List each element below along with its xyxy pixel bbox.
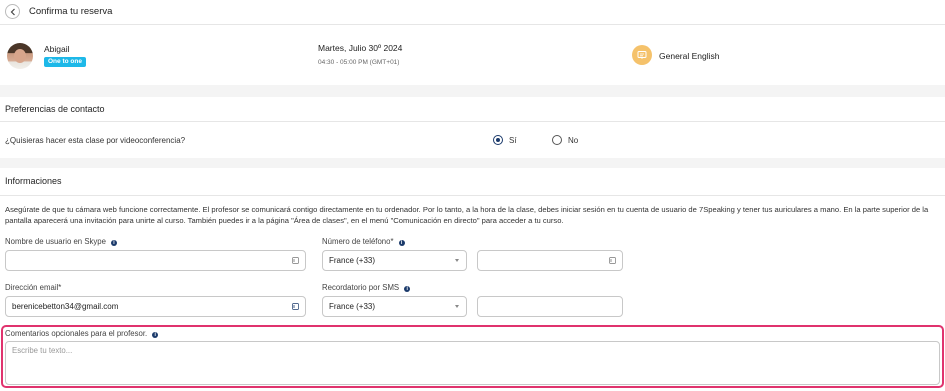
radio-yes[interactable] — [493, 135, 503, 145]
teacher-name: Abigail — [44, 44, 70, 54]
info-icon[interactable]: i — [404, 286, 411, 292]
skype-label-text: Nombre de usuario en Skype — [5, 237, 106, 246]
info-icon[interactable]: i — [398, 240, 405, 246]
contact-section-title: Preferencias de contacto — [5, 104, 105, 114]
divider — [0, 121, 945, 122]
email-label: Dirección email* — [5, 283, 62, 292]
chevron-down-icon — [455, 259, 459, 262]
skype-label: Nombre de usuario en Skype i — [5, 237, 117, 246]
divider — [0, 195, 945, 196]
phone-label: Número de teléfono* i — [322, 237, 405, 246]
back-button[interactable] — [5, 4, 20, 19]
teacher-avatar — [7, 43, 33, 69]
email-input[interactable]: berenicebetton34@gmail.com — [5, 296, 306, 317]
radio-no-label[interactable]: No — [568, 136, 578, 145]
skype-input[interactable] — [5, 250, 306, 271]
sms-label-text: Recordatorio por SMS — [322, 283, 400, 292]
videoconference-question: ¿Quisieras hacer esta clase por videocon… — [5, 136, 186, 145]
chevron-down-icon — [455, 305, 459, 308]
lesson-time: 04:30 - 05:00 PM (GMT+01) — [318, 59, 400, 66]
sms-input[interactable] — [477, 296, 623, 317]
contact-card-icon — [292, 303, 299, 310]
phone-country-select[interactable]: France (+33) — [322, 250, 467, 271]
info-icon[interactable]: i — [152, 332, 159, 338]
info-paragraph: Asegúrate de que tu cámara web funcione … — [5, 205, 929, 225]
contact-card-icon — [292, 257, 299, 264]
comments-label-text: Comentarios opcionales para el profesor. — [5, 329, 148, 338]
info-section-title: Informaciones — [5, 176, 62, 186]
course-name: General English — [659, 51, 720, 61]
lesson-type-badge: One to one — [44, 57, 86, 67]
section-separator — [0, 85, 945, 97]
email-value: berenicebetton34@gmail.com — [12, 302, 119, 311]
comments-textarea[interactable]: Escribe tu texto... — [5, 341, 940, 385]
sms-country-select[interactable]: France (+33) — [322, 296, 467, 317]
sms-country-value: France (+33) — [329, 302, 376, 311]
chevron-left-icon — [10, 8, 15, 16]
comments-label: Comentarios opcionales para el profesor.… — [5, 329, 159, 338]
phone-input[interactable] — [477, 250, 623, 271]
lesson-date: Martes, Julio 30º 2024 — [318, 43, 403, 53]
contact-card-icon — [609, 257, 616, 264]
radio-yes-label[interactable]: Sí — [509, 136, 517, 145]
info-icon[interactable]: i — [110, 240, 117, 246]
booking-summary: Abigail One to one Martes, Julio 30º 202… — [0, 25, 945, 85]
radio-no[interactable] — [552, 135, 562, 145]
page-header: Confirma tu reserva — [0, 0, 945, 25]
phone-country-value: France (+33) — [329, 256, 376, 265]
section-separator — [0, 158, 945, 168]
course-icon — [632, 45, 652, 65]
phone-label-text: Número de teléfono* — [322, 237, 394, 246]
sms-label: Recordatorio por SMS i — [322, 283, 411, 292]
page-title: Confirma tu reserva — [29, 6, 113, 17]
